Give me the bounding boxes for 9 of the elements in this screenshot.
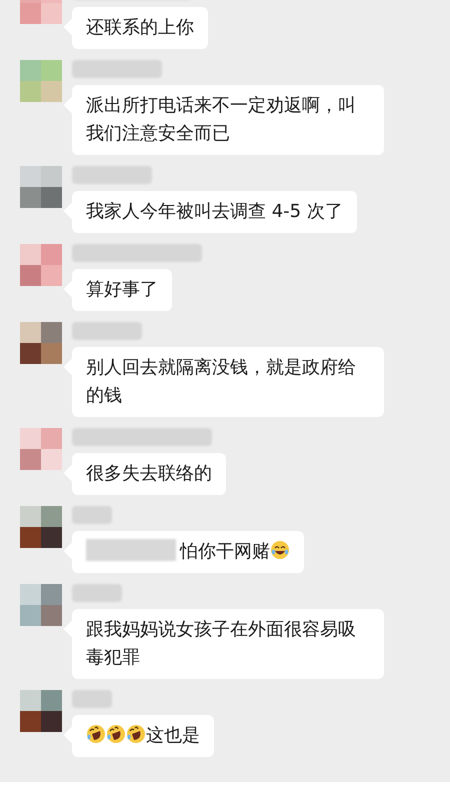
message-text: 跟我妈妈说女孩子在外面很容易吸毒犯罪 [86,619,356,668]
message-text: 别人回去就隔离没钱，就是政府给的钱 [86,357,356,406]
message-text: 怕你干网赌 [180,541,270,562]
message-text: 派出所打电话来不一定劝返啊，叫我们注意安全而已 [86,95,356,144]
message-text: 还联系的上你 [86,17,194,38]
message-text: 很多失去联络的 [86,463,212,484]
message-text: 我家人今年被叫去调查 4-5 次了 [86,201,343,222]
message-text: 算好事了 [86,279,158,300]
message-text: 这也是 [146,725,200,746]
